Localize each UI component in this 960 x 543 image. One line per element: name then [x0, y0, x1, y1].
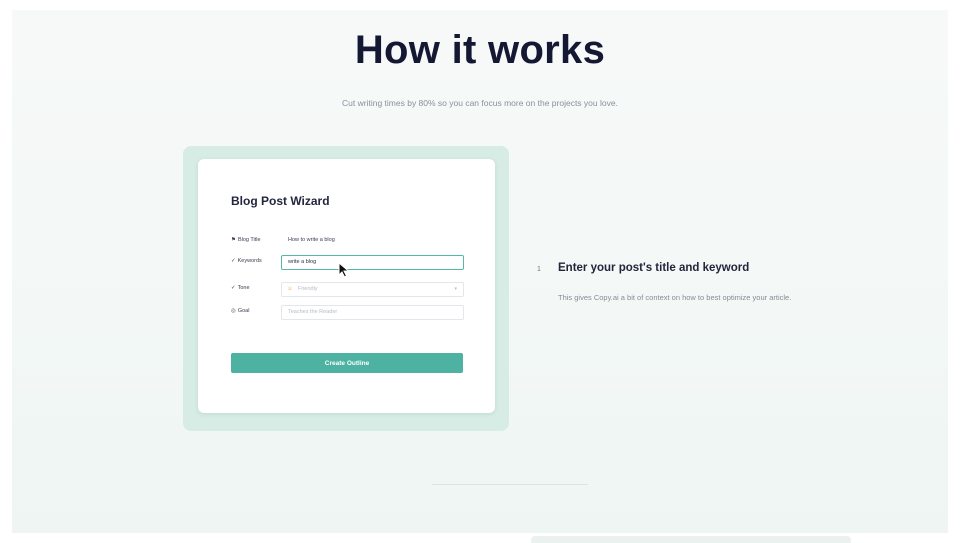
smiley-icon: ☺: [287, 286, 293, 292]
step-description: This gives Copy.ai a bit of context on h…: [558, 293, 792, 302]
tone-row: ✓ Tone ☺ Friendly ▾: [231, 282, 466, 298]
flag-icon: ⚑: [231, 237, 236, 243]
tone-label-text: Tone: [237, 285, 250, 291]
page-title: How it works: [354, 28, 606, 72]
check-icon: ✓: [231, 285, 236, 291]
goal-input-placeholder: Teaches the Reader: [288, 309, 338, 315]
blog-title-label-text: Blog Title: [237, 237, 261, 243]
divider: [432, 484, 588, 485]
goal-label-text: Goal: [237, 308, 250, 314]
goal-input[interactable]: Teaches the Reader: [281, 305, 464, 320]
tone-select[interactable]: ☺ Friendly ▾: [281, 282, 464, 297]
tone-select-value: Friendly: [298, 286, 318, 292]
tone-label: ✓ Tone: [231, 285, 250, 291]
page-subtitle: Cut writing times by 80% so you can focu…: [342, 98, 618, 108]
check-icon: ✓: [231, 258, 236, 264]
mouse-cursor-icon: [338, 262, 350, 278]
goal-row: ◎ Goal Teaches the Reader: [231, 305, 466, 321]
goal-label: ◎ Goal: [231, 308, 249, 314]
chevron-down-icon: ▾: [454, 286, 457, 292]
keywords-input-value: write a blog: [288, 259, 317, 265]
step-title: Enter your post's title and keyword: [558, 262, 750, 274]
blog-title-value[interactable]: How to write a blog: [288, 237, 335, 243]
blog-title-row: ⚑ Blog Title How to write a blog: [231, 234, 466, 250]
step-number: 1: [537, 266, 541, 273]
blog-post-wizard-card: Blog Post Wizard ⚑ Blog Title How to wri…: [198, 159, 495, 413]
wizard-title: Blog Post Wizard: [231, 194, 330, 208]
next-section-edge: [531, 536, 851, 543]
keywords-input[interactable]: write a blog: [281, 255, 464, 270]
blog-title-label: ⚑ Blog Title: [231, 237, 261, 243]
target-icon: ◎: [231, 308, 236, 314]
keywords-label-text: Keywords: [237, 258, 262, 264]
create-outline-button[interactable]: Create Outline: [231, 353, 463, 373]
keywords-label: ✓ Keywords: [231, 258, 262, 264]
